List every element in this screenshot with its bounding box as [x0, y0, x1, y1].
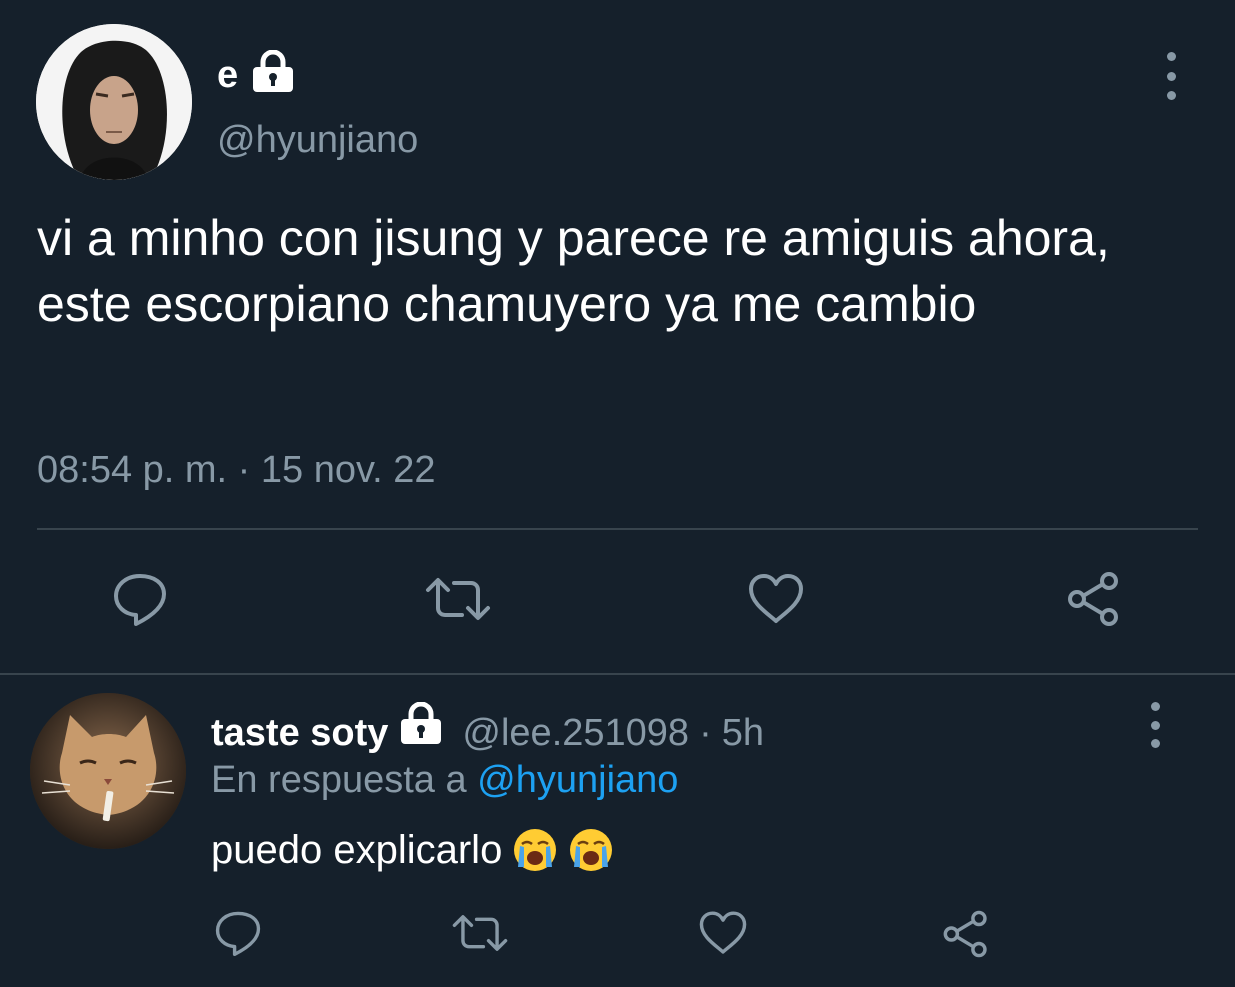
retweet-icon	[451, 911, 509, 960]
dot	[1150, 720, 1160, 730]
reply-text: puedo explicarlo	[211, 824, 614, 876]
retweet-button[interactable]	[424, 573, 492, 629]
loudly-crying-face-icon	[512, 827, 558, 873]
mention-link[interactable]: @hyunjiano	[477, 759, 678, 801]
reply-button[interactable]	[110, 573, 170, 629]
avatar[interactable]	[36, 24, 192, 180]
lock-icon	[250, 49, 296, 100]
relative-time[interactable]: 5h	[722, 710, 764, 756]
dot	[1150, 739, 1160, 748]
divider	[37, 528, 1198, 530]
reply-context: En respuesta a @hyunjiano	[211, 757, 678, 803]
like-icon	[747, 573, 805, 630]
dot	[1166, 52, 1176, 61]
reply-icon	[112, 572, 168, 631]
like-button[interactable]	[696, 910, 750, 960]
dot	[1150, 702, 1160, 711]
avatar[interactable]	[30, 693, 186, 849]
dot	[1166, 71, 1176, 81]
share-button[interactable]	[1064, 571, 1124, 632]
handle[interactable]: @lee.251098	[462, 710, 689, 756]
reply-button[interactable]	[212, 910, 264, 960]
reply-header: taste soty @lee.251098 · 5h	[211, 701, 764, 763]
more-options-icon[interactable]	[1150, 52, 1192, 100]
share-icon	[941, 909, 991, 964]
display-name-text: e	[217, 54, 239, 96]
retweet-icon	[424, 574, 492, 629]
dot	[1166, 91, 1176, 100]
display-name[interactable]: e	[217, 49, 296, 100]
like-button[interactable]	[746, 573, 806, 629]
separator: ·	[699, 711, 712, 754]
lock-icon	[398, 701, 444, 763]
reply-text-content: puedo explicarlo	[211, 828, 503, 872]
loudly-crying-face-icon	[568, 827, 614, 873]
tweet-text: vi a minho con jisung y parece re amigui…	[37, 210, 1110, 332]
reply-prefix: En respuesta a	[211, 759, 467, 801]
share-icon	[1065, 571, 1123, 632]
divider	[0, 673, 1235, 675]
handle[interactable]: @hyunjiano	[217, 118, 418, 162]
display-name[interactable]: taste soty	[211, 710, 388, 756]
reply-icon	[214, 910, 262, 961]
more-options-icon[interactable]	[1134, 702, 1176, 748]
timestamp[interactable]: 08:54 p. m. · 15 nov. 22	[37, 448, 436, 492]
retweet-button[interactable]	[450, 910, 510, 960]
share-button[interactable]	[940, 910, 992, 962]
like-icon	[698, 910, 748, 961]
